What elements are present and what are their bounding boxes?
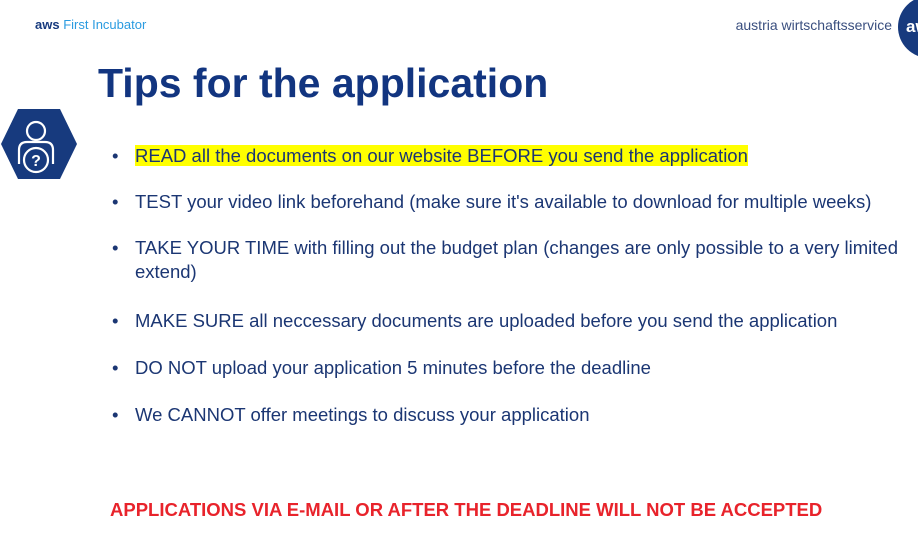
- tip-item: TEST your video link beforehand (make su…: [112, 190, 902, 214]
- tip-item: DO NOT upload your application 5 minutes…: [112, 356, 902, 380]
- slide-title: Tips for the application: [98, 60, 549, 106]
- tip-item: READ all the documents on our website BE…: [112, 144, 902, 168]
- org-name: austria wirtschaftsservice: [735, 17, 892, 33]
- brand-logo: aws First Incubator: [35, 17, 146, 32]
- tips-list: READ all the documents on our website BE…: [112, 144, 902, 427]
- person-question-hexagon-icon: ?: [1, 109, 77, 179]
- tip-item: TAKE YOUR TIME with filling out the budg…: [112, 236, 902, 284]
- tip-text: READ all the documents on our website BE…: [135, 145, 748, 166]
- tip-item: MAKE SURE all neccessary documents are u…: [112, 309, 902, 333]
- deadline-warning: APPLICATIONS VIA E-MAIL OR AFTER THE DEA…: [110, 499, 823, 520]
- aws-logo-circle: aw: [898, 0, 918, 58]
- brand-bold: aws: [35, 17, 60, 32]
- brand-light: First Incubator: [63, 17, 147, 32]
- tip-item: We CANNOT offer meetings to discuss your…: [112, 403, 902, 427]
- svg-text:?: ?: [31, 153, 41, 170]
